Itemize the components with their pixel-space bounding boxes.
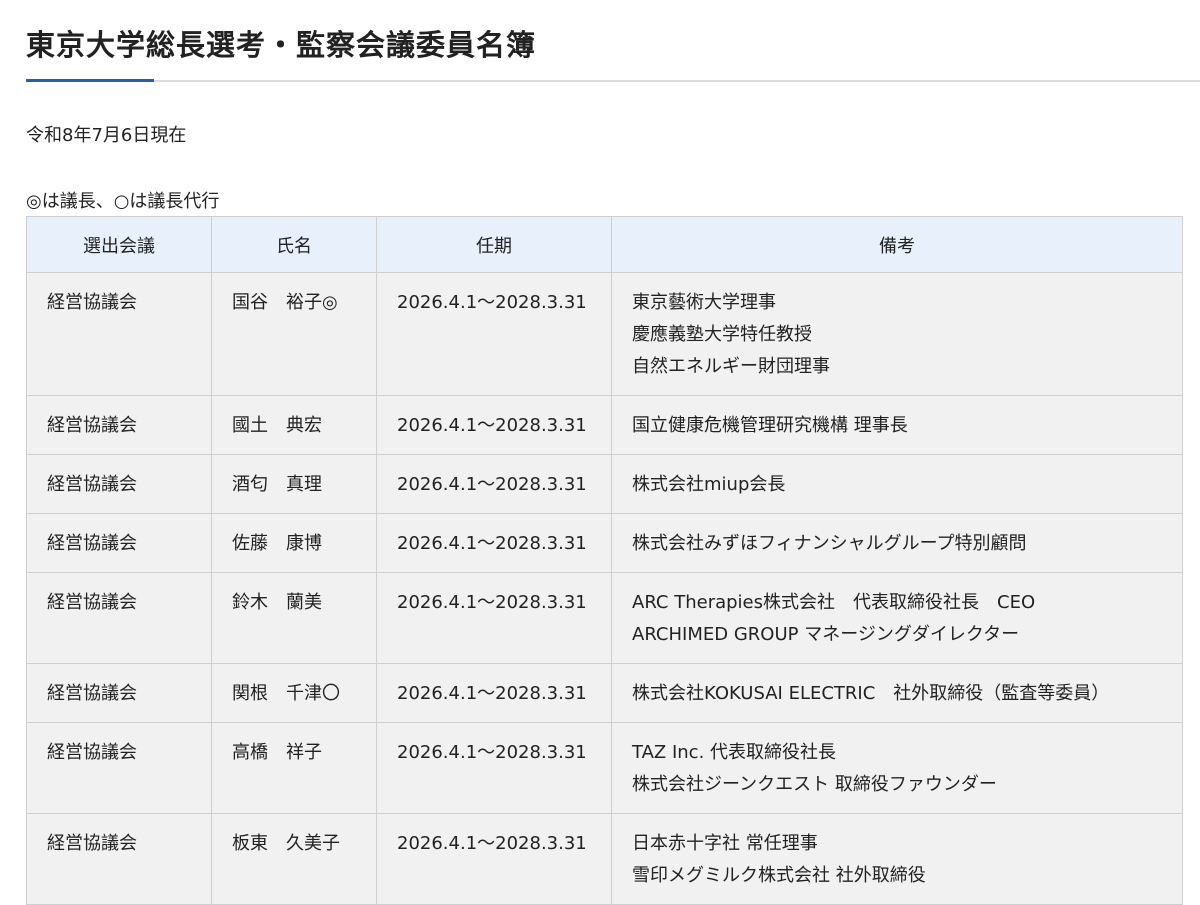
note-line: 株式会社みずほフィナンシャルグループ特別顧問 [632,533,1027,554]
roster-body: 経営協議会 国谷 裕子◎ 2026.4.1～2028.3.31 東京藝術大学理事 慶應義… [26,272,1183,905]
term-cell: 2026.4.1～2028.3.31 [376,722,612,814]
note-line: 国立健康危機管理研究機構 理事長 [632,415,908,436]
note-line: 株式会社miup会長 [632,474,786,495]
chair-legend-note: ◎は議長、○は議長代行 [26,191,220,212]
note-line: 株式会社KOKUSAI ELECTRIC 社外取締役（監査等委員） [632,683,1110,704]
note-line: ARCHIMED GROUP マネージングダイレクター [632,624,1020,645]
member-name-cell: 高橋 祥子 [211,722,377,814]
council-cell: 経営協議会 [26,513,212,573]
notes-cell: TAZ Inc. 代表取締役社長株式会社ジーンクエスト 取締役ファウンダー [611,722,1183,814]
note-line: 日本赤十字社 常任理事 [632,833,818,854]
notes-cell: 株式会社miup会長 [611,454,1183,514]
title-divider [26,80,1200,82]
note-line: 自然エネルギー財団理事 [632,356,830,377]
member-name-cell: 酒匂 真理 [211,454,377,514]
term-cell: 2026.4.1～2028.3.31 [376,395,612,455]
notes-cell: 日本赤十字社 常任理事雪印メグミルク株式会社 社外取締役 [611,813,1183,905]
term-cell: 2026.4.1～2028.3.31 [376,813,612,905]
term-cell: 2026.4.1～2028.3.31 [376,663,612,723]
council-cell: 経営協議会 [26,272,212,396]
note-line: 慶應義塾大学特任教授 [632,324,812,345]
member-name-cell: 鈴木 蘭美 [211,572,377,664]
note-line: 雪印メグミルク株式会社 社外取締役 [632,865,926,886]
council-cell: 経営協議会 [26,572,212,664]
term-cell: 2026.4.1～2028.3.31 [376,272,612,396]
title-accent-bar [26,79,154,82]
table-row: 経営協議会 板東 久美子 2026.4.1～2028.3.31 日本赤十字社 常任理事… [26,813,1183,905]
as-of-date: 令和8年7月6日現在 [26,125,187,146]
council-cell: 経営協議会 [26,813,212,905]
note-line: TAZ Inc. 代表取締役社長 [632,742,837,763]
note-line: 東京藝術大学理事 [632,292,776,313]
note-line: 株式会社ジーンクエスト 取締役ファウンダー [632,774,997,795]
column-header-notes: 備考 [611,216,1183,273]
council-cell: 経営協議会 [26,722,212,814]
table-row: 経営協議会 鈴木 蘭美 2026.4.1～2028.3.31 ARC Therapie… [26,572,1183,664]
member-name-cell: 国谷 裕子◎ [211,272,377,396]
column-header-name: 氏名 [211,216,377,273]
member-name-cell: 國土 典宏 [211,395,377,455]
column-header-council: 選出会議 [26,216,212,273]
member-roster-table: 選出会議 氏名 任期 備考 経営協議会 国谷 裕子◎ 2026.4.1～2028.3… [26,216,1183,905]
table-row: 経営協議会 高橋 祥子 2026.4.1～2028.3.31 TAZ Inc. 代表取… [26,722,1183,814]
council-cell: 経営協議会 [26,663,212,723]
member-name-cell: 佐藤 康博 [211,513,377,573]
term-cell: 2026.4.1～2028.3.31 [376,513,612,573]
council-cell: 経営協議会 [26,454,212,514]
notes-cell: 国立健康危機管理研究機構 理事長 [611,395,1183,455]
note-line: ARC Therapies株式会社 代表取締役社長 CEO [632,592,1036,613]
table-row: 経営協議会 佐藤 康博 2026.4.1～2028.3.31 株式会社みずほフィナンシ… [26,513,1183,573]
table-row: 経営協議会 酒匂 真理 2026.4.1～2028.3.31 株式会社miup会長 [26,454,1183,514]
member-name-cell: 関根 千津〇 [211,663,377,723]
column-header-term: 任期 [376,216,612,273]
page-title: 東京大学総長選考・監察会議委員名簿 [26,28,537,62]
term-cell: 2026.4.1～2028.3.31 [376,454,612,514]
table-row: 経営協議会 國土 典宏 2026.4.1～2028.3.31 国立健康危機管理研究機構… [26,395,1183,455]
notes-cell: 株式会社みずほフィナンシャルグループ特別顧問 [611,513,1183,573]
notes-cell: ARC Therapies株式会社 代表取締役社長 CEO ARCHIMED GR… [611,572,1183,664]
notes-cell: 株式会社KOKUSAI ELECTRIC 社外取締役（監査等委員） [611,663,1183,723]
table-row: 経営協議会 国谷 裕子◎ 2026.4.1～2028.3.31 東京藝術大学理事 慶應義… [26,272,1183,396]
member-name-cell: 板東 久美子 [211,813,377,905]
table-row: 経営協議会 関根 千津〇 2026.4.1～2028.3.31 株式会社KOKUSAI… [26,663,1183,723]
notes-cell: 東京藝術大学理事慶應義塾大学特任教授 自然エネルギー財団理事 [611,272,1183,396]
table-header-row: 選出会議 氏名 任期 備考 [26,216,1183,273]
term-cell: 2026.4.1～2028.3.31 [376,572,612,664]
council-cell: 経営協議会 [26,395,212,455]
